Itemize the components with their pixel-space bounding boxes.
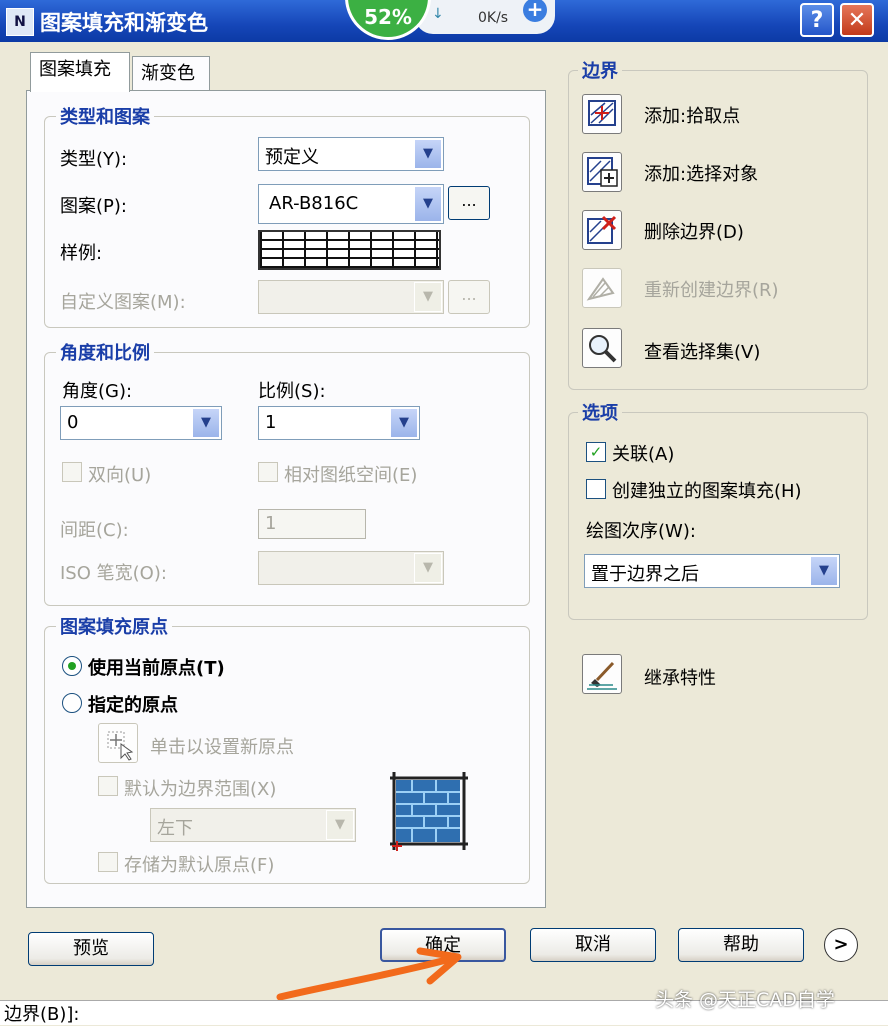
pick-points-button[interactable] (582, 94, 622, 134)
custom-pattern-label: 自定义图案(M): (60, 292, 186, 313)
angle-scale-title: 角度和比例 (56, 339, 154, 365)
tab-gradient[interactable]: 渐变色 (132, 56, 210, 90)
type-value: 预定义 (265, 147, 319, 168)
store-default-origin-checkbox[interactable] (98, 852, 118, 872)
inherit-brush-icon (587, 661, 617, 690)
chevron-down-icon: ▼ (414, 282, 442, 312)
origin-preview-image (388, 770, 470, 852)
help-button[interactable]: 帮助 (678, 928, 804, 962)
associative-label: 关联(A) (612, 444, 675, 465)
set-origin-button[interactable] (98, 723, 138, 763)
scale-label: 比例(S): (258, 381, 326, 402)
select-objects-icon (587, 157, 618, 187)
options-title: 选项 (578, 399, 622, 425)
pattern-swatch[interactable] (258, 230, 441, 270)
sample-label: 样例: (60, 243, 103, 264)
remove-boundary-label: 删除边界(D) (644, 222, 744, 243)
magnifier-icon (589, 335, 617, 363)
select-objects-button[interactable] (582, 152, 622, 192)
view-selection-label: 查看选择集(V) (644, 342, 761, 363)
boundary-title: 边界 (578, 57, 622, 83)
type-label: 类型(Y): (60, 149, 128, 170)
chevron-down-icon: ▼ (326, 810, 354, 840)
relative-paper-space-label: 相对图纸空间(E) (284, 465, 418, 486)
double-checkbox[interactable] (62, 462, 82, 482)
draw-order-label: 绘图次序(W): (586, 521, 696, 542)
pattern-browse-button[interactable]: ... (448, 186, 490, 220)
inherit-properties-button[interactable] (582, 654, 622, 694)
angle-select[interactable]: 0 ▼ (60, 406, 222, 440)
help-title-button[interactable]: ? (800, 3, 834, 37)
pick-points-label: 添加:拾取点 (644, 106, 741, 127)
type-select[interactable]: 预定义 ▼ (258, 137, 444, 171)
app-icon: N (6, 8, 34, 36)
crosshair-cursor-icon (107, 731, 134, 761)
remove-boundary-button[interactable] (582, 210, 622, 250)
more-options-button[interactable]: > (824, 928, 858, 962)
default-extents-checkbox[interactable] (98, 776, 118, 796)
hatch-origin-title: 图案填充原点 (56, 613, 172, 639)
spacing-label: 间距(C): (60, 520, 129, 541)
recreate-boundary-icon (586, 277, 615, 301)
independent-hatch-label: 创建独立的图案填充(H) (612, 481, 802, 502)
chevron-down-icon: ▼ (390, 408, 418, 438)
remove-boundary-icon (587, 215, 617, 244)
custom-pattern-browse-button[interactable]: ... (448, 280, 490, 314)
relative-paper-space-checkbox[interactable] (258, 462, 278, 482)
scale-value: 1 (265, 412, 277, 433)
close-button[interactable]: ✕ (840, 3, 874, 37)
command-line-text: 边界(B)]: (4, 1004, 80, 1025)
independent-hatch-checkbox[interactable] (586, 479, 606, 499)
select-objects-label: 添加:选择对象 (644, 164, 759, 185)
cancel-button[interactable]: 取消 (530, 928, 656, 962)
window-title: 图案填充和渐变色 (40, 11, 208, 35)
tab-hatch[interactable]: 图案填充 (30, 52, 130, 92)
pattern-value: AR-B816C (269, 193, 359, 214)
use-current-origin-radio[interactable] (62, 656, 82, 676)
chevron-down-icon: ▼ (414, 186, 442, 222)
chevron-down-icon: ▼ (414, 139, 442, 169)
type-pattern-title: 类型和图案 (56, 103, 154, 129)
annotation-arrow (276, 947, 462, 1001)
watermark: 头条 @天正CAD自学 (655, 989, 835, 1011)
view-selection-button[interactable] (582, 328, 622, 368)
store-default-origin-label: 存储为默认原点(F) (124, 855, 275, 876)
recreate-boundary-label: 重新创建边界(R) (644, 280, 779, 301)
speed-value: 0K/s (478, 10, 509, 26)
recreate-boundary-button[interactable] (582, 268, 622, 308)
draw-order-value: 置于边界之后 (591, 564, 699, 585)
speed-percent: 52% (345, 0, 431, 40)
origin-position-value: 左下 (157, 818, 193, 839)
network-speed-widget: 52% ↓ 0K/s + (345, 0, 560, 40)
inherit-properties-label: 继承特性 (644, 668, 716, 689)
draw-order-select[interactable]: 置于边界之后 ▼ (584, 554, 840, 588)
preview-button[interactable]: 预览 (28, 932, 154, 966)
chevron-down-icon: ▼ (810, 556, 838, 586)
spacing-input[interactable]: 1 (258, 509, 366, 539)
angle-label: 角度(G): (62, 381, 133, 402)
iso-pen-width-label: ISO 笔宽(O): (60, 563, 167, 584)
pick-points-icon (588, 100, 616, 126)
pattern-select[interactable]: AR-B816C ▼ (258, 184, 444, 224)
origin-position-select[interactable]: 左下 ▼ (150, 808, 356, 842)
specified-origin-label: 指定的原点 (88, 695, 178, 716)
default-extents-label: 默认为边界范围(X) (124, 779, 277, 800)
double-label: 双向(U) (88, 465, 152, 486)
custom-pattern-select[interactable]: ▼ (258, 280, 444, 314)
angle-value: 0 (67, 412, 79, 433)
download-arrow-icon: ↓ (432, 6, 444, 22)
chevron-down-icon: ▼ (414, 553, 442, 583)
use-current-origin-label: 使用当前原点(T) (88, 658, 225, 679)
iso-pen-width-select[interactable]: ▼ (258, 551, 444, 585)
click-set-origin-label: 单击以设置新原点 (150, 737, 294, 758)
chevron-down-icon: ▼ (192, 408, 220, 438)
specified-origin-radio[interactable] (62, 693, 82, 713)
scale-select[interactable]: 1 ▼ (258, 406, 420, 440)
associative-checkbox[interactable]: ✓ (586, 442, 606, 462)
pattern-label: 图案(P): (60, 196, 127, 217)
